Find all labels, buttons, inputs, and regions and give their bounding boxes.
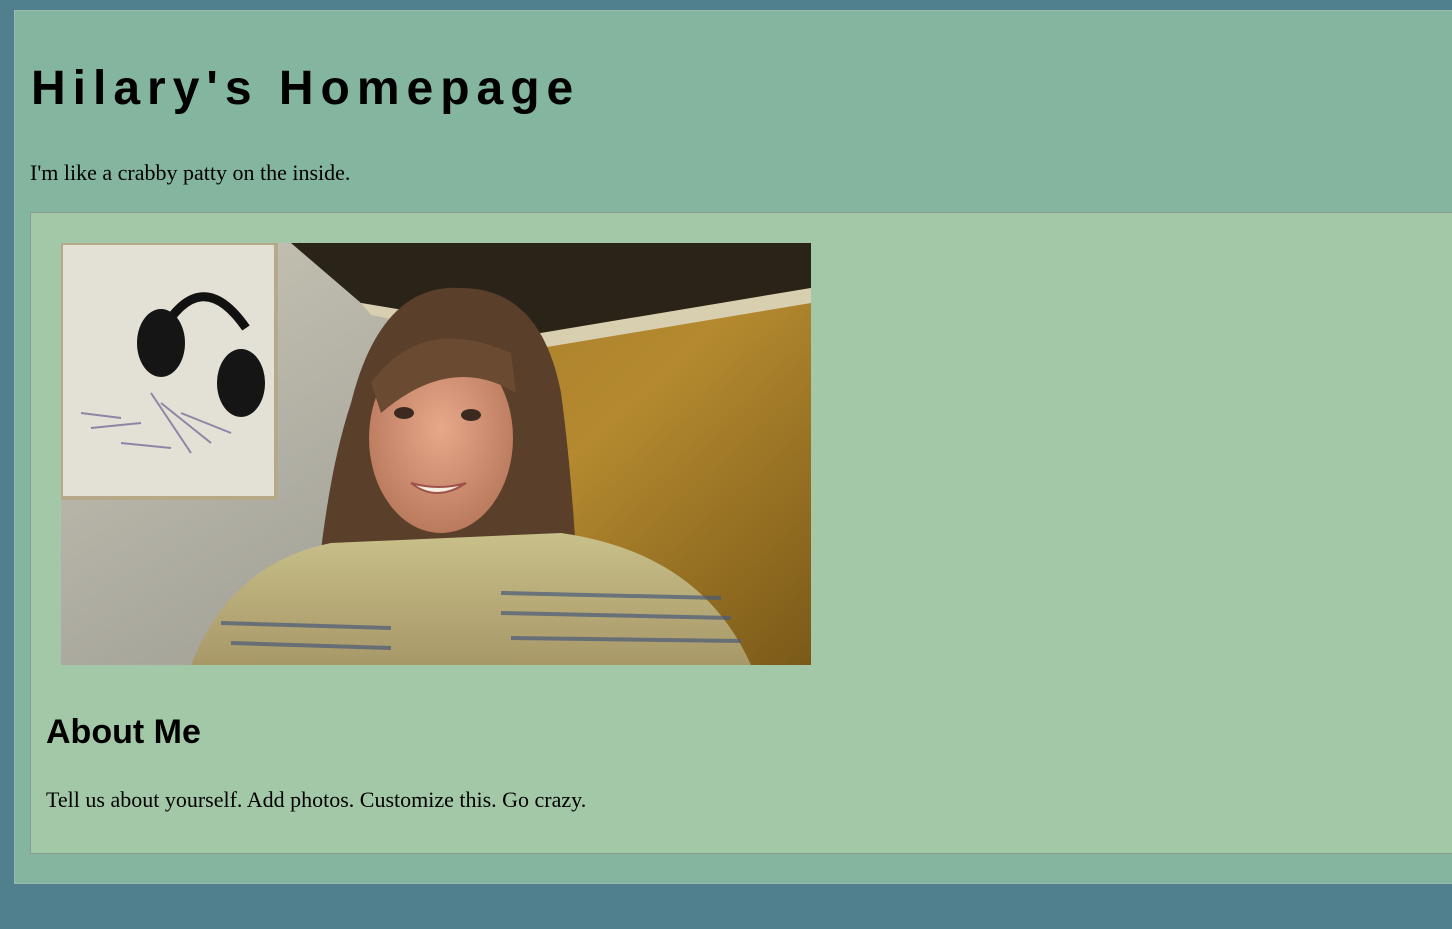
page-container: Hilary's Homepage I'm like a crabby patt…: [14, 10, 1452, 884]
headphone-left-cup: [137, 309, 185, 377]
page-title: Hilary's Homepage: [31, 62, 581, 115]
profile-photo: [61, 243, 811, 665]
left-eye: [394, 407, 414, 419]
right-eye: [461, 409, 481, 421]
headphone-right-cup: [217, 349, 265, 417]
about-section: About Me Tell us about yourself. Add pho…: [30, 212, 1452, 854]
about-body: Tell us about yourself. Add photos. Cust…: [46, 787, 587, 812]
page-tagline: I'm like a crabby patty on the inside.: [30, 160, 351, 185]
about-heading: About Me: [46, 713, 201, 751]
